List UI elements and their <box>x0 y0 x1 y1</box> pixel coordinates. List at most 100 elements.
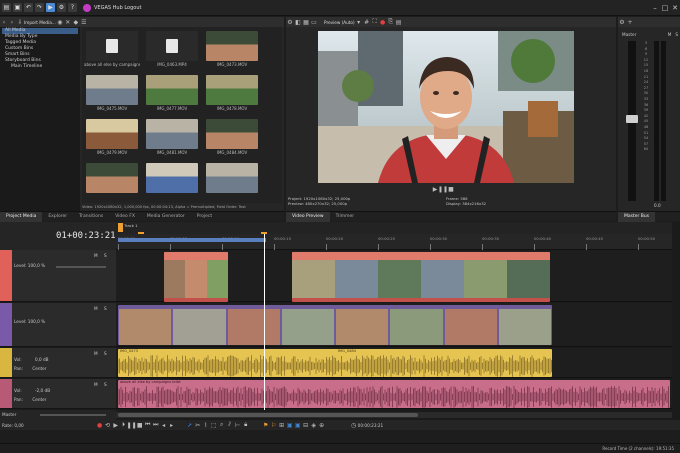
timeline-scrollbar[interactable] <box>116 412 672 418</box>
overlay-icon[interactable]: ▦ <box>302 18 310 26</box>
audio-2-pan-value[interactable]: Center <box>32 397 46 402</box>
media-thumbnail[interactable] <box>146 163 198 193</box>
open-icon[interactable]: ▤ <box>2 3 11 12</box>
capture-icon[interactable]: ◉ <box>56 18 64 26</box>
external-monitor-icon[interactable]: ▭ <box>310 18 318 26</box>
track-lane-video-2[interactable] <box>116 303 672 347</box>
audio-1-pan-value[interactable]: Center <box>32 366 46 371</box>
preview-quality-dropdown[interactable]: Preview (Auto) <box>324 20 355 25</box>
save-snapshot-icon[interactable]: ▤ <box>395 18 403 26</box>
tree-item-main-timeline[interactable]: Main Timeline <box>2 64 78 70</box>
track-4-mute[interactable]: M <box>94 382 98 387</box>
tab-master-bus[interactable]: Master Bus <box>618 211 656 222</box>
media-thumbnail[interactable] <box>206 119 258 149</box>
chevron-down-icon[interactable]: ▾ <box>355 18 363 26</box>
settings-icon[interactable]: ⚙ <box>57 3 66 12</box>
media-thumbnail[interactable] <box>206 163 258 193</box>
prev-frame-icon[interactable]: ◂ <box>160 421 168 429</box>
stop-icon[interactable]: ■ <box>136 421 144 429</box>
playhead[interactable] <box>264 234 265 410</box>
tab-media-generator[interactable]: Media Generator <box>141 212 191 222</box>
track-4-solo[interactable]: S <box>104 382 107 387</box>
track-header-audio-2[interactable]: Vol: -2,0 dB Pan: Center M S <box>0 379 116 409</box>
tab-trimmer[interactable]: Trimmer <box>330 212 361 222</box>
crossfade-icon[interactable]: ▣ <box>294 421 302 429</box>
grouping-icon[interactable]: ⊟ <box>302 421 310 429</box>
time-ruler[interactable]: 00:00:0000:00:0500:00:1000:00:1500:00:20… <box>116 234 672 250</box>
event-fx-icon[interactable]: ◈ <box>310 421 318 429</box>
track-1-solo[interactable]: S <box>104 253 107 258</box>
maximize-icon[interactable]: □ <box>660 3 670 13</box>
timeline-master-slider[interactable] <box>40 414 106 416</box>
help-icon[interactable]: ? <box>68 3 77 12</box>
redo-icon[interactable]: ↷ <box>35 3 44 12</box>
media-thumbnail[interactable] <box>146 75 198 105</box>
track-lane-audio-2[interactable]: above all else by campaigns bribt <box>116 379 672 409</box>
master-fader-track[interactable] <box>626 41 638 201</box>
import-media-button[interactable]: Import Media... <box>24 20 56 25</box>
loop-icon[interactable]: ⟲ <box>104 421 112 429</box>
media-thumbnail[interactable] <box>86 75 138 105</box>
record-button-icon[interactable]: ● <box>96 421 104 429</box>
go-to-end-icon[interactable]: ⏭ <box>152 421 160 429</box>
record-icon[interactable]: ● <box>379 18 387 26</box>
snap-icon[interactable]: ⊞ <box>278 421 286 429</box>
auto-ripple-icon[interactable]: ▣ <box>286 421 294 429</box>
track-2-solo[interactable]: S <box>104 306 107 311</box>
track-2-mute[interactable]: M <box>94 306 98 311</box>
track-header-video-1[interactable]: Level: 100,0 % M S <box>0 250 116 302</box>
video-clip-1a[interactable] <box>164 252 228 302</box>
track-3-solo[interactable]: S <box>104 351 107 356</box>
media-thumbnail[interactable] <box>146 31 198 61</box>
track-header-audio-1[interactable]: Vol: 0,0 dB Pan: Center M S <box>0 348 116 378</box>
delete-icon[interactable]: ✕ <box>64 18 72 26</box>
track-1-level-slider[interactable] <box>56 266 106 268</box>
tab-transitions[interactable]: Transitions <box>73 212 109 222</box>
insert-bus-icon[interactable]: + <box>626 18 634 26</box>
media-fx-icon[interactable]: ◆ <box>72 18 80 26</box>
undo-icon[interactable]: ↶ <box>24 3 33 12</box>
smart-split-icon[interactable]: ⊕ <box>318 421 326 429</box>
forward-icon[interactable]: › <box>8 18 16 26</box>
trim-icon[interactable]: ⊢ <box>234 421 242 429</box>
media-thumbnail[interactable] <box>206 31 258 61</box>
pause-icon[interactable]: ❚❚ <box>438 185 448 193</box>
envelope-tool-icon[interactable]: ⌇ <box>202 421 210 429</box>
media-thumbnail[interactable] <box>206 75 258 105</box>
back-icon[interactable]: ‹ <box>0 18 8 26</box>
loop-region[interactable] <box>118 238 266 242</box>
mixer-settings-icon[interactable]: ⚙ <box>618 18 626 26</box>
marker-icon[interactable]: ⚑ <box>262 421 270 429</box>
pause-icon[interactable]: ❚❚ <box>127 421 137 429</box>
stop-icon[interactable]: ■ <box>447 185 455 193</box>
play-icon[interactable]: ▶ <box>112 421 120 429</box>
view-icon[interactable]: ☰ <box>80 18 88 26</box>
import-media-icon[interactable]: ⇩ <box>16 18 24 26</box>
track-1-mute[interactable]: M <box>94 253 98 258</box>
preview-settings-icon[interactable]: ⚙ <box>286 18 294 26</box>
track-lane-video-1[interactable] <box>116 250 672 302</box>
track-3-mute[interactable]: M <box>94 351 98 356</box>
region-icon[interactable]: ⚐ <box>270 421 278 429</box>
lock-icon[interactable]: 🔒︎ <box>242 421 250 429</box>
timeline-scroll-thumb[interactable] <box>118 413 418 417</box>
copy-snapshot-icon[interactable]: ⎘ <box>387 18 395 26</box>
fullscreen-icon[interactable]: ⛶ <box>371 18 379 26</box>
selection-tool-icon[interactable]: ⬚ <box>210 421 218 429</box>
cut-icon[interactable]: ✂ <box>194 421 202 429</box>
master-fader-handle[interactable] <box>626 115 638 123</box>
tab-video-preview[interactable]: Video Preview <box>286 211 330 222</box>
media-thumbnail[interactable] <box>86 163 138 193</box>
media-thumbnail[interactable] <box>146 119 198 149</box>
tab-video-fx[interactable]: Video FX <box>109 212 141 222</box>
tab-project-media[interactable]: Project Media <box>0 211 43 222</box>
media-thumbnail[interactable] <box>86 31 138 61</box>
tab-project-notes[interactable]: Project <box>191 212 218 222</box>
video-clip-1b[interactable] <box>292 252 550 302</box>
audio-clip-2[interactable]: above all else by campaigns bribt <box>118 380 670 408</box>
master-mute-button[interactable]: M <box>668 32 672 37</box>
normal-edit-tool-icon[interactable]: ➚ <box>186 421 194 429</box>
render-icon[interactable]: ▶ <box>46 3 55 12</box>
split-screen-icon[interactable]: ◧ <box>294 18 302 26</box>
master-solo-button[interactable]: S <box>675 32 678 37</box>
